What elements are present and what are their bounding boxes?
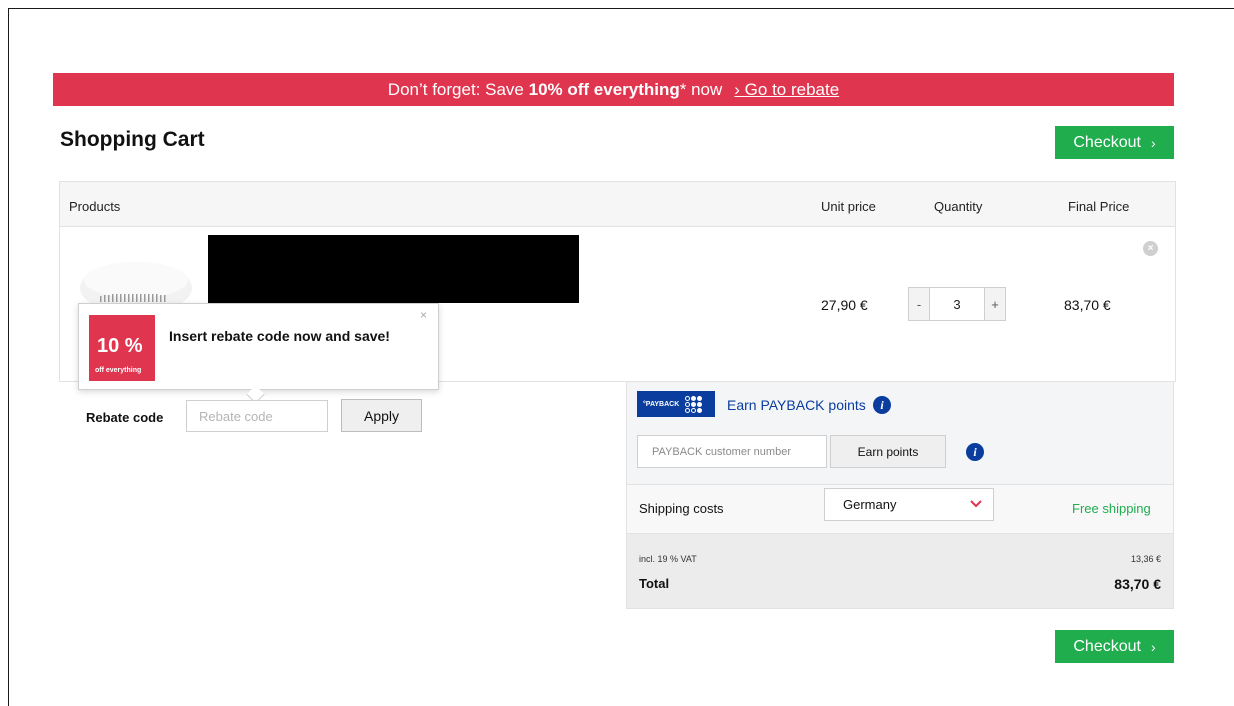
chevron-right-icon: › — [1150, 134, 1156, 151]
quantity-stepper: - 3 + — [908, 287, 1006, 321]
unit-price: 27,90 € — [821, 297, 868, 313]
product-name-redacted — [208, 235, 579, 303]
shipping-country-value: Germany — [843, 497, 897, 512]
payback-logo-text: °PAYBACK — [643, 400, 680, 408]
quantity-decrease-button[interactable]: - — [909, 288, 929, 320]
rebate-code-input[interactable] — [186, 400, 328, 432]
apply-button[interactable]: Apply — [341, 399, 422, 432]
remove-item-icon[interactable]: × — [1143, 241, 1158, 256]
vat-value: 13,36 € — [1130, 554, 1161, 564]
header-quantity: Quantity — [934, 199, 983, 214]
go-to-rebate-link[interactable]: › Go to rebate — [734, 80, 839, 100]
shipping-row: Shipping costs Germany Free shipping — [626, 485, 1174, 533]
payback-logo: °PAYBACK — [637, 391, 715, 417]
payback-dots-icon — [685, 395, 703, 413]
quantity-value[interactable]: 3 — [929, 288, 985, 320]
table-header: Products Unit price Quantity Final Price — [60, 182, 1175, 227]
discount-badge: 10 % off everything — [89, 315, 155, 381]
window-border-left — [8, 8, 9, 706]
banner-highlight: 10% off everything — [528, 79, 680, 99]
header-unit-price: Unit price — [821, 199, 876, 214]
total-value: 83,70 € — [1114, 576, 1161, 592]
total-label: Total — [639, 576, 670, 591]
shipping-costs-label: Shipping costs — [639, 501, 724, 516]
banner-prefix: Don’t forget: Save — [387, 79, 529, 99]
header-products: Products — [69, 199, 121, 214]
payback-section: °PAYBACK Earn PAYBACK points i Earn poin… — [626, 381, 1174, 485]
info-icon[interactable]: i — [966, 443, 984, 461]
checkout-button-bottom[interactable]: Checkout › — [1055, 630, 1174, 663]
badge-caption: off everything — [95, 367, 142, 374]
payback-number-input[interactable] — [637, 435, 827, 468]
promo-banner: Don’t forget: Save 10% off everything * … — [53, 73, 1174, 106]
payback-title[interactable]: Earn PAYBACK points — [727, 397, 866, 413]
popup-text: Insert rebate code now and save! — [169, 328, 390, 344]
banner-suffix: * now — [679, 79, 723, 99]
checkout-button-top[interactable]: Checkout › — [1055, 126, 1174, 159]
rebate-code-label: Rebate code — [86, 410, 164, 425]
badge-percent: 10 % — [97, 335, 143, 357]
window-border-top — [8, 8, 1234, 9]
checkout-label: Checkout — [1073, 637, 1141, 655]
close-icon[interactable]: × — [420, 308, 427, 322]
earn-points-button[interactable]: Earn points — [830, 435, 946, 468]
totals-section: incl. 19 % VAT 13,36 € Total 83,70 € — [626, 533, 1174, 609]
vat-label: incl. 19 % VAT — [639, 554, 697, 564]
info-icon[interactable]: i — [873, 396, 891, 414]
final-price: 83,70 € — [1064, 297, 1111, 313]
quantity-increase-button[interactable]: + — [985, 288, 1005, 320]
header-final-price: Final Price — [1068, 199, 1130, 214]
checkout-label: Checkout — [1073, 133, 1141, 151]
rebate-popup: 10 % off everything Insert rebate code n… — [78, 303, 439, 404]
shipping-status: Free shipping — [1072, 501, 1151, 516]
chevron-right-icon: › — [1150, 638, 1156, 655]
order-summary-panel: °PAYBACK Earn PAYBACK points i Earn poin… — [626, 381, 1174, 609]
chevron-down-icon — [969, 496, 983, 513]
shipping-country-select[interactable]: Germany — [824, 488, 994, 521]
page-title: Shopping Cart — [60, 128, 205, 151]
